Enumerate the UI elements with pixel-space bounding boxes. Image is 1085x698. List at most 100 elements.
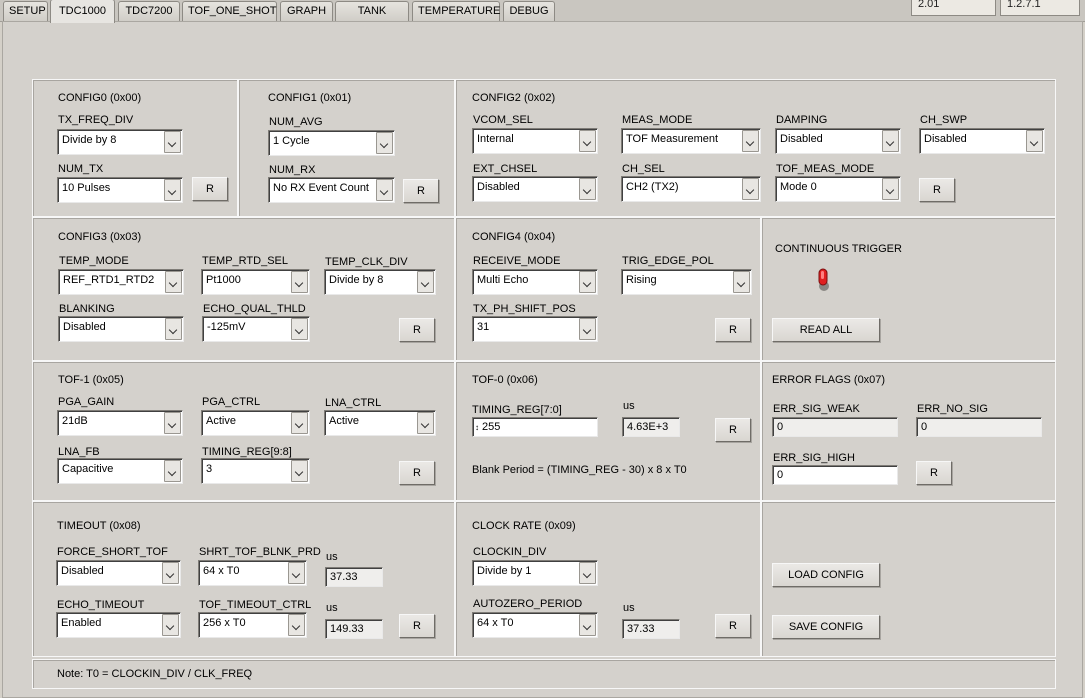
chevron-down-icon[interactable] bbox=[164, 460, 181, 482]
tab-temperature[interactable]: TEMPERATURE bbox=[412, 1, 500, 22]
chevron-down-icon[interactable] bbox=[579, 178, 596, 200]
autozero-period-select[interactable]: 64 x T0 bbox=[472, 612, 598, 638]
chevron-down-icon[interactable] bbox=[165, 271, 182, 293]
num-tx-select[interactable]: 10 Pulses bbox=[57, 177, 183, 203]
err-sig-high-label: ERR_SIG_HIGH bbox=[773, 452, 855, 464]
clockin-div-value: Divide by 1 bbox=[477, 565, 532, 577]
clock-reset-button[interactable]: R bbox=[715, 614, 751, 638]
chevron-down-icon[interactable] bbox=[162, 614, 179, 636]
vcom-sel-label: VCOM_SEL bbox=[473, 114, 533, 126]
config0-reset-button[interactable]: R bbox=[192, 177, 228, 201]
echo-qual-thld-value: -125mV bbox=[207, 321, 246, 333]
read-all-button[interactable]: READ ALL bbox=[772, 318, 880, 342]
lna-ctrl-value: Active bbox=[329, 415, 359, 427]
load-config-button[interactable]: LOAD CONFIG bbox=[772, 563, 880, 587]
chevron-down-icon[interactable] bbox=[882, 178, 899, 200]
chevron-down-icon[interactable] bbox=[291, 460, 308, 482]
tof0-reset-button[interactable]: R bbox=[715, 418, 751, 442]
config2-reset-button[interactable]: R bbox=[919, 178, 955, 202]
tab-tdc7200[interactable]: TDC7200 bbox=[118, 1, 180, 22]
temp-clk-div-select[interactable]: Divide by 8 bbox=[324, 269, 436, 295]
chevron-down-icon[interactable] bbox=[164, 179, 181, 201]
chevron-down-icon[interactable] bbox=[742, 178, 759, 200]
receive-mode-select[interactable]: Multi Echo bbox=[472, 269, 598, 295]
ext-chsel-value: Disabled bbox=[477, 181, 520, 193]
timeout-reset-button[interactable]: R bbox=[399, 614, 435, 638]
chevron-down-icon[interactable] bbox=[291, 412, 308, 434]
chevron-down-icon[interactable] bbox=[579, 130, 596, 152]
lna-fb-value: Capacitive bbox=[62, 463, 114, 475]
autozero-period-label: AUTOZERO_PERIOD bbox=[473, 598, 583, 610]
chevron-down-icon[interactable] bbox=[291, 271, 308, 293]
shrt-tof-blnk-prd-select[interactable]: 64 x T0 bbox=[198, 560, 307, 586]
tab-setup[interactable]: SETUP bbox=[3, 1, 48, 22]
chevron-down-icon[interactable] bbox=[164, 412, 181, 434]
tab-tank-level[interactable]: TANK LEVEL bbox=[335, 1, 409, 36]
ch-swp-select[interactable]: Disabled bbox=[919, 128, 1045, 154]
pga-ctrl-select[interactable]: Active bbox=[201, 410, 310, 436]
tx-freq-div-select[interactable]: Divide by 8 bbox=[57, 129, 183, 155]
ch-sel-select[interactable]: CH2 (TX2) bbox=[621, 176, 761, 202]
blanking-select[interactable]: Disabled bbox=[58, 316, 184, 342]
chevron-down-icon[interactable] bbox=[417, 271, 434, 293]
lna-fb-select[interactable]: Capacitive bbox=[57, 458, 183, 484]
chevron-down-icon[interactable] bbox=[162, 562, 179, 584]
temp-mode-label: TEMP_MODE bbox=[59, 255, 129, 267]
chevron-down-icon[interactable] bbox=[579, 614, 596, 636]
chevron-down-icon[interactable] bbox=[288, 614, 305, 636]
chevron-down-icon[interactable] bbox=[291, 318, 308, 340]
errors-reset-button[interactable]: R bbox=[916, 461, 952, 485]
chevron-down-icon[interactable] bbox=[417, 412, 434, 434]
meas-mode-select[interactable]: TOF Measurement bbox=[621, 128, 761, 154]
timing-reg-hi-label: TIMING_REG[9:8] bbox=[202, 446, 292, 458]
vcom-sel-select[interactable]: Internal bbox=[472, 128, 598, 154]
tab-debug[interactable]: DEBUG bbox=[503, 1, 555, 22]
save-config-button[interactable]: SAVE CONFIG bbox=[772, 615, 880, 639]
temp-mode-select[interactable]: REF_RTD1_RTD2 bbox=[58, 269, 184, 295]
chevron-down-icon[interactable] bbox=[376, 132, 393, 154]
config4-reset-button[interactable]: R bbox=[715, 318, 751, 342]
tab-tof-one-shot[interactable]: TOF_ONE_SHOT bbox=[182, 1, 277, 22]
force-short-tof-value: Disabled bbox=[61, 565, 104, 577]
tab-graph[interactable]: GRAPH bbox=[280, 1, 333, 22]
ext-chsel-select[interactable]: Disabled bbox=[472, 176, 598, 202]
config3-reset-button[interactable]: R bbox=[399, 318, 435, 342]
tof1-reset-button[interactable]: R bbox=[399, 461, 435, 485]
chevron-down-icon[interactable] bbox=[579, 318, 596, 340]
timing-reg-lo-input[interactable]: ↕ 255 bbox=[472, 417, 598, 437]
timeout-us1-value: 37.33 bbox=[325, 567, 383, 587]
chevron-down-icon[interactable] bbox=[742, 130, 759, 152]
echo-qual-thld-select[interactable]: -125mV bbox=[202, 316, 310, 342]
chevron-down-icon[interactable] bbox=[164, 131, 181, 153]
chevron-down-icon[interactable] bbox=[165, 318, 182, 340]
chevron-down-icon[interactable] bbox=[733, 271, 750, 293]
force-short-tof-select[interactable]: Disabled bbox=[56, 560, 181, 586]
tof-timeout-ctrl-select[interactable]: 256 x T0 bbox=[198, 612, 307, 638]
config1-reset-button[interactable]: R bbox=[403, 179, 439, 203]
lna-ctrl-select[interactable]: Active bbox=[324, 410, 436, 436]
chevron-down-icon[interactable] bbox=[579, 562, 596, 584]
timeout-title: TIMEOUT (0x08) bbox=[57, 520, 141, 532]
trig-edge-pol-select[interactable]: Rising bbox=[621, 269, 752, 295]
tof0-us-label: us bbox=[623, 400, 635, 412]
increment-arrows-icon[interactable]: ↕ bbox=[475, 419, 482, 437]
clockin-div-select[interactable]: Divide by 1 bbox=[472, 560, 598, 586]
temp-rtd-sel-select[interactable]: Pt1000 bbox=[201, 269, 310, 295]
chevron-down-icon[interactable] bbox=[1026, 130, 1043, 152]
chevron-down-icon[interactable] bbox=[376, 179, 393, 201]
tof-meas-mode-select[interactable]: Mode 0 bbox=[775, 176, 901, 202]
echo-timeout-select[interactable]: Enabled bbox=[56, 612, 181, 638]
num-rx-select[interactable]: No RX Event Count bbox=[268, 177, 395, 203]
damping-select[interactable]: Disabled bbox=[775, 128, 901, 154]
tab-tdc1000[interactable]: TDC1000 bbox=[50, 0, 115, 23]
continuous-trigger-toggle[interactable] bbox=[816, 266, 830, 294]
chevron-down-icon[interactable] bbox=[882, 130, 899, 152]
chevron-down-icon[interactable] bbox=[579, 271, 596, 293]
tx-ph-shift-pos-select[interactable]: 31 bbox=[472, 316, 598, 342]
pga-gain-select[interactable]: 21dB bbox=[57, 410, 183, 436]
temp-rtd-sel-label: TEMP_RTD_SEL bbox=[202, 255, 288, 267]
num-avg-select[interactable]: 1 Cycle bbox=[268, 130, 395, 156]
timing-reg-hi-select[interactable]: 3 bbox=[201, 458, 310, 484]
chevron-down-icon[interactable] bbox=[288, 562, 305, 584]
tx-freq-div-label: TX_FREQ_DIV bbox=[58, 114, 134, 126]
